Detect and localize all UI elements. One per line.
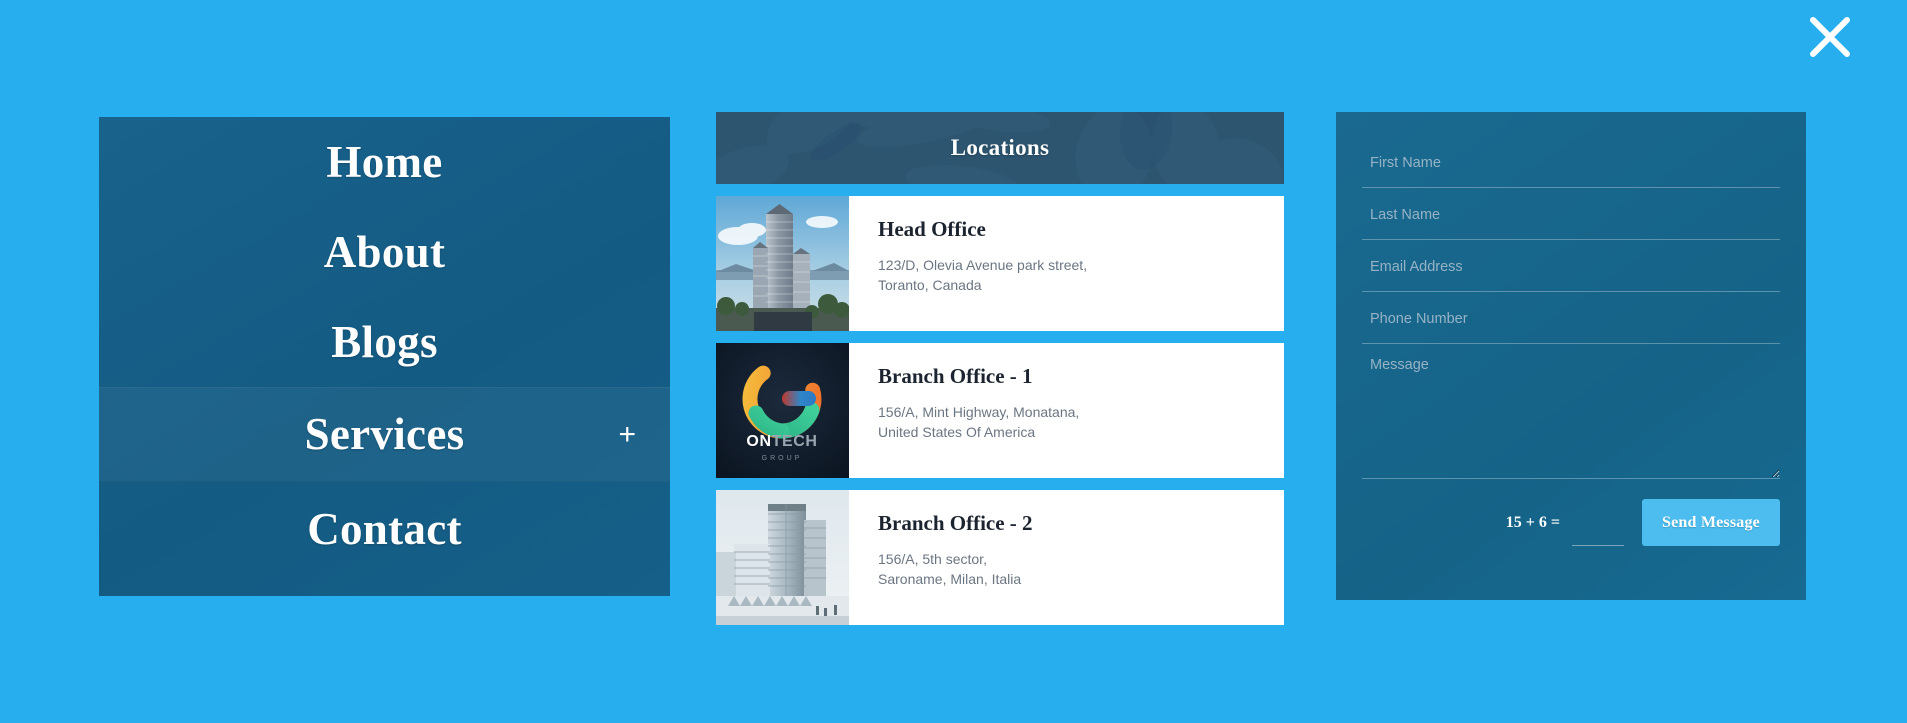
nav-item-home[interactable]: Home xyxy=(99,117,670,207)
phone-number-input[interactable] xyxy=(1362,292,1780,344)
location-thumbnail-ontech-logo: ONTECH GROUP xyxy=(716,343,849,478)
email-address-input[interactable] xyxy=(1362,240,1780,292)
location-address-line1: 123/D, Olevia Avenue park street, xyxy=(878,257,1088,274)
nav-item-about[interactable]: About xyxy=(99,207,670,297)
message-textarea[interactable] xyxy=(1362,344,1780,479)
svg-text:ONTECH: ONTECH xyxy=(746,433,817,450)
location-address-line2: Saroname, Milan, Italia xyxy=(878,571,1022,588)
locations-title: Locations xyxy=(950,135,1050,160)
email-address-field-wrap xyxy=(1362,240,1780,292)
last-name-field-wrap xyxy=(1362,188,1780,240)
location-thumbnail-skyscraper xyxy=(716,196,849,331)
close-icon xyxy=(1807,14,1853,60)
nav-item-contact[interactable]: Contact xyxy=(99,482,670,577)
location-address-line1: 156/A, Mint Highway, Monatana, xyxy=(878,404,1080,421)
nav-item-label: Home xyxy=(326,136,443,187)
location-details: Branch Office - 2 156/A, 5th sector, Sar… xyxy=(849,490,1284,625)
send-message-button[interactable]: Send Message xyxy=(1642,499,1780,546)
form-footer: 15 + 6 = Send Message xyxy=(1362,499,1780,546)
nav-item-blogs[interactable]: Blogs xyxy=(99,297,670,387)
nav-item-label: About xyxy=(323,226,446,277)
location-details: Head Office 123/D, Olevia Avenue park st… xyxy=(849,196,1284,331)
location-address-line1: 156/A, 5th sector, xyxy=(878,551,987,568)
nav-item-label: Blogs xyxy=(331,316,438,367)
close-button[interactable] xyxy=(1793,6,1867,68)
last-name-input[interactable] xyxy=(1362,188,1780,240)
location-card[interactable]: Branch Office - 2 156/A, 5th sector, Sar… xyxy=(716,490,1284,625)
phone-number-field-wrap xyxy=(1362,292,1780,344)
location-title: Branch Office - 1 xyxy=(878,364,1033,388)
location-details: Branch Office - 1 156/A, Mint Highway, M… xyxy=(849,343,1284,478)
location-card[interactable]: Head Office 123/D, Olevia Avenue park st… xyxy=(716,196,1284,331)
contact-form: 15 + 6 = Send Message xyxy=(1336,112,1806,600)
location-card[interactable]: ONTECH GROUP Branch Office - 1 156/A, Mi… xyxy=(716,343,1284,478)
nav-item-label: Contact xyxy=(307,504,462,554)
nav-item-label: Services xyxy=(304,409,465,459)
location-title: Head Office xyxy=(878,217,986,241)
location-address-line2: United States Of America xyxy=(878,424,1036,441)
first-name-input[interactable] xyxy=(1362,136,1780,188)
captcha-answer-input[interactable] xyxy=(1572,518,1625,546)
location-address-line2: Toranto, Canada xyxy=(878,277,982,294)
captcha-question: 15 + 6 = xyxy=(1505,513,1561,531)
contact-overlay: Home About Blogs Services + Contact Loca… xyxy=(0,0,1907,723)
plus-icon[interactable]: + xyxy=(618,419,636,450)
first-name-field-wrap xyxy=(1362,136,1780,188)
location-thumbnail-office-building xyxy=(716,490,849,625)
svg-text:GROUP: GROUP xyxy=(762,455,803,462)
message-field-wrap xyxy=(1362,344,1780,479)
nav-item-services[interactable]: Services + xyxy=(99,387,670,482)
locations-column: Locations Head Office 123/D, Olevia Aven… xyxy=(716,112,1284,625)
main-navigation-panel: Home About Blogs Services + Contact xyxy=(99,117,670,596)
locations-header: Locations xyxy=(716,112,1284,184)
location-title: Branch Office - 2 xyxy=(878,511,1033,535)
